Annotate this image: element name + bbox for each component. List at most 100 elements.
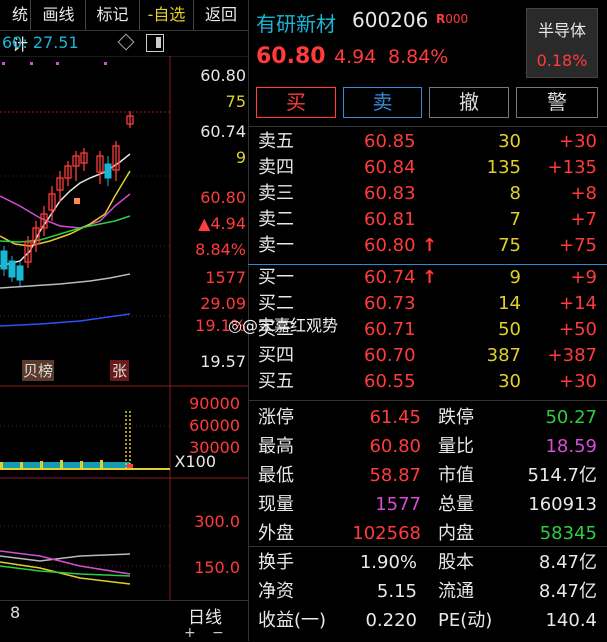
- stat-row: 最低 58.87 市值 514.7亿: [256, 462, 607, 490]
- axis-vol-90000: 90000: [189, 394, 240, 413]
- ask-diff: +30: [559, 131, 597, 152]
- ask-volume: 75: [498, 235, 521, 256]
- bid-label: 买一: [258, 267, 294, 288]
- weibo-icon: ◎: [228, 316, 242, 335]
- stat-label: 最低: [258, 465, 294, 486]
- bid-volume: 387: [486, 345, 521, 366]
- stat-label: 市值: [438, 465, 474, 486]
- ask-price: 60.85: [364, 131, 416, 152]
- buy-button[interactable]: 买: [256, 87, 336, 118]
- chart-tag-limit-up[interactable]: 张: [110, 360, 130, 381]
- stat-value: 50.27: [545, 407, 597, 428]
- bid-price: 60.70: [364, 345, 416, 366]
- stat-label: 流通: [438, 581, 474, 602]
- zoom-out-button[interactable]: −: [212, 625, 224, 641]
- bid-diff: +9: [570, 267, 597, 288]
- stat-label: 现量: [258, 494, 294, 515]
- stat-row: 换手 1.90% 股本 8.47亿: [256, 549, 607, 577]
- ask-price: 60.83: [364, 183, 416, 204]
- axis-ind-150: 150.0: [194, 558, 240, 577]
- ask-volume: 135: [486, 157, 521, 178]
- stat-value: 18.59: [545, 436, 597, 457]
- chart-bottom-bar: 8 日线 + −: [0, 600, 248, 642]
- bid-price: 60.73: [364, 293, 416, 314]
- ask-price: 60.80: [364, 235, 416, 256]
- tab-draw-line[interactable]: 画线: [32, 0, 86, 30]
- ask-row[interactable]: 卖二 60.81 7 +7: [256, 208, 607, 232]
- stat-value: 160913: [528, 494, 597, 515]
- stat-label: 总量: [438, 494, 474, 515]
- axis-change: ▲4.94: [198, 214, 246, 233]
- stat-row: 收益(一) 0.220 PE(动) 140.4: [256, 607, 607, 635]
- bid-row[interactable]: 买五 60.55 30 +30: [256, 370, 607, 394]
- axis-vol-unit: X100: [174, 452, 217, 471]
- cancel-order-button[interactable]: 撤: [429, 87, 509, 118]
- ma-line-yellow: [0, 170, 131, 247]
- bid-diff: +387: [547, 345, 597, 366]
- stat-row: 涨停 61.45 跌停 50.27: [256, 404, 607, 432]
- bid-price: 60.71: [364, 319, 416, 340]
- ask-row[interactable]: 卖五 60.85 30 +30: [256, 130, 607, 154]
- watermark-text: @宋嘉红观势: [241, 316, 338, 335]
- ask-row[interactable]: 卖三 60.83 8 +8: [256, 182, 607, 206]
- ask-price: 60.84: [364, 157, 416, 178]
- bid-price: 60.74: [364, 267, 416, 288]
- rating-badge[interactable]: R000: [436, 12, 468, 26]
- volume-bars: [0, 411, 170, 470]
- axis-vol-60000: 60000: [189, 416, 240, 435]
- ask-row[interactable]: 卖四 60.84 135 +135: [256, 156, 607, 180]
- ma-line-magenta: [0, 193, 131, 229]
- stat-label: 换手: [258, 552, 294, 573]
- ask-row[interactable]: 卖一 60.80 ↑ 75 +75: [256, 234, 607, 258]
- watermark: ◎@宋嘉红观势: [228, 312, 338, 336]
- sector-box[interactable]: 半导体 0.18%: [526, 8, 598, 78]
- sell-button[interactable]: 卖: [343, 87, 422, 118]
- ask-diff: +75: [559, 235, 597, 256]
- stat-row: 净资 5.15 流通 8.47亿: [256, 578, 607, 606]
- stat-value: 1577: [375, 494, 421, 515]
- ask-label: 卖三: [258, 183, 294, 204]
- date-label: 8: [10, 603, 21, 622]
- stat-label: 跌停: [438, 407, 474, 428]
- up-arrow-icon: ↑: [422, 235, 438, 256]
- bid-row[interactable]: 买一 60.74 ↑ 9 +9: [256, 266, 607, 290]
- stat-label: 净资: [258, 581, 294, 602]
- tab-back[interactable]: 返回: [194, 0, 248, 30]
- zoom-in-button[interactable]: +: [184, 625, 196, 641]
- stat-value: 140.4: [545, 610, 597, 631]
- rating-badge-letter: R: [436, 12, 446, 26]
- ask-diff: +8: [570, 183, 597, 204]
- axis-bid-price: 60.74: [200, 122, 246, 141]
- chart-panel: 统计 画线 标记 -自选 返回 60: 27.51 贝榜 张 60.80 75 …: [0, 0, 248, 641]
- ma-label: 60: 27.51: [2, 33, 79, 52]
- price-change: 4.94: [334, 46, 377, 68]
- bid-row[interactable]: 买四 60.70 387 +387: [256, 344, 607, 368]
- ask-diff: +135: [547, 157, 597, 178]
- alert-button[interactable]: 警: [516, 87, 598, 118]
- stat-row: 最高 60.80 量比 18.59: [256, 433, 607, 461]
- stat-value: 514.7亿: [527, 465, 597, 486]
- ask-label: 卖五: [258, 131, 294, 152]
- bid-volume: 14: [498, 293, 521, 314]
- stat-value: 60.80: [369, 436, 421, 457]
- ask-label: 卖一: [258, 235, 294, 256]
- stock-name: 有研新材: [256, 12, 336, 36]
- diamond-icon[interactable]: [117, 33, 135, 51]
- ask-volume: 8: [509, 183, 521, 204]
- tab-mark[interactable]: 标记: [86, 0, 140, 30]
- stat-value: 0.220: [365, 610, 417, 631]
- chart-tag-rank[interactable]: 贝榜: [22, 360, 55, 381]
- indicator-lines: [0, 550, 131, 585]
- tab-statistics[interactable]: 统计: [0, 0, 31, 54]
- signal-dots: [2, 62, 107, 65]
- stat-value: 8.47亿: [538, 581, 597, 602]
- axis-price-top: 60.80: [200, 66, 246, 85]
- ask-label: 卖四: [258, 157, 294, 178]
- axis-bid-vol: 9: [235, 148, 246, 167]
- tab-self-select[interactable]: -自选: [140, 0, 194, 30]
- axis-ind-300: 300.0: [194, 512, 240, 531]
- stat-value: 1.90%: [359, 552, 417, 573]
- stat-label: PE(动): [438, 610, 493, 631]
- window-icon[interactable]: [146, 34, 164, 52]
- price-axis: 60.80 75 60.74 9 60.80 ▲4.94 8.84% 1577 …: [170, 56, 246, 386]
